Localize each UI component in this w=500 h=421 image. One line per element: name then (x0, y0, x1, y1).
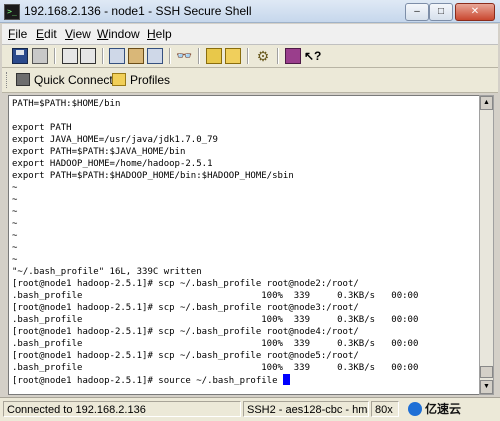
folder-icon (112, 73, 126, 86)
text-cursor (282, 374, 290, 385)
quick-connect-label: Quick Connect (34, 73, 113, 87)
open-folder-icon[interactable] (225, 48, 241, 64)
help-book-icon[interactable] (285, 48, 301, 64)
terminal-line: export JAVA_HOME=/usr/java/jdk1.7.0_79 (12, 135, 218, 145)
copy-paste-icon[interactable] (147, 48, 163, 64)
terminal-line: export HADOOP_HOME=/home/hadoop-2.5.1 (12, 159, 213, 169)
profiles-label: Profiles (130, 73, 171, 87)
paste-icon[interactable] (128, 48, 144, 64)
toolbar-grip (6, 72, 10, 88)
new-file-transfer-window-icon[interactable] (206, 48, 222, 64)
terminal-prompt-line: [root@node1 hadoop-2.5.1]# source ~/.bas… (12, 374, 418, 386)
terminal-line: .bash_profile 100% 339 0.3KB/s 00:00 (12, 363, 419, 373)
new-window-icon[interactable] (62, 48, 78, 64)
terminal-line: ~ (12, 195, 18, 205)
scroll-up-arrow-icon[interactable]: ▲ (480, 96, 493, 110)
minimize-button[interactable]: – (405, 3, 429, 21)
terminal-line: [root@node1 hadoop-2.5.1]# scp ~/.bash_p… (12, 279, 359, 289)
context-help-icon[interactable]: ↖? (304, 48, 321, 64)
toolbar-separator (198, 48, 200, 64)
profiles-button[interactable]: Profiles (112, 71, 170, 89)
terminal-line: .bash_profile 100% 339 0.3KB/s 00:00 (12, 291, 419, 301)
terminal-prompt-text: [root@node1 hadoop-2.5.1]# source ~/.bas… (12, 376, 283, 386)
terminal-line: "~/.bash_profile" 16L, 339C written (12, 267, 202, 277)
terminal-line: [root@node1 hadoop-2.5.1]# scp ~/.bash_p… (12, 351, 359, 361)
save-icon[interactable] (12, 48, 28, 64)
terminal-line: ~ (12, 255, 18, 265)
terminal-line: [root@node1 hadoop-2.5.1]# scp ~/.bash_p… (12, 327, 359, 337)
terminal-line: export PATH=$PATH:$JAVA_HOME/bin (12, 147, 186, 157)
terminal-line: .bash_profile 100% 339 0.3KB/s 00:00 (12, 339, 419, 349)
terminal-line: export PATH=$PATH:$HADOOP_HOME/bin:$HADO… (12, 171, 294, 181)
settings-gear-icon[interactable]: ⚙ (255, 48, 271, 64)
menu-view[interactable]: View (65, 27, 91, 41)
terminal-line: ~ (12, 219, 18, 229)
menu-file[interactable]: File (8, 27, 27, 41)
title-bar: >_ 192.168.2.136 - node1 - SSH Secure Sh… (0, 0, 500, 23)
watermark: 亿速云 (408, 400, 461, 417)
maximize-button[interactable]: □ (429, 3, 453, 21)
terminal-line: .bash_profile 100% 339 0.3KB/s 00:00 (12, 315, 419, 325)
terminal-area[interactable]: PATH=$PATH:$HOME/bin export PATH export JA… (8, 95, 480, 395)
terminal-line: [root@node1 hadoop-2.5.1]# scp ~/.bash_p… (12, 303, 359, 313)
menu-help[interactable]: Help (147, 27, 172, 41)
toolbar-separator (169, 48, 171, 64)
scroll-down-arrow-icon[interactable]: ▼ (480, 380, 493, 394)
quick-connect-bar: Quick Connect Profiles (2, 68, 498, 93)
toolbar-separator (277, 48, 279, 64)
quick-connect-button[interactable]: Quick Connect (16, 71, 113, 89)
scrollbar-thumb[interactable] (480, 366, 493, 378)
new-file-transfer-icon[interactable] (80, 48, 96, 64)
menu-edit[interactable]: Edit (36, 27, 57, 41)
toolbar-separator (102, 48, 104, 64)
terminal-line: ~ (12, 243, 18, 253)
terminal-line: ~ (12, 231, 18, 241)
watermark-logo-icon (408, 402, 422, 416)
terminal-line: ~ (12, 183, 18, 193)
terminal-output: PATH=$PATH:$HOME/bin export PATH export JA… (12, 98, 418, 386)
print-icon[interactable] (32, 48, 48, 64)
copy-icon[interactable] (109, 48, 125, 64)
watermark-text: 亿速云 (425, 402, 462, 416)
toolbar: 👓 ⚙ ↖? (2, 45, 498, 68)
find-binoculars-icon[interactable]: 👓 (176, 48, 192, 64)
terminal-line: ~ (12, 207, 18, 217)
cipher-status: SSH2 - aes128-cbc - hmac-md5 (243, 401, 369, 417)
connection-status: Connected to 192.168.2.136 (3, 401, 241, 417)
toolbar-separator (54, 48, 56, 64)
terminal-size-status: 80x (371, 401, 399, 417)
connect-icon (16, 73, 30, 86)
terminal-line: PATH=$PATH:$HOME/bin (12, 99, 121, 109)
window-title: 192.168.2.136 - node1 - SSH Secure Shell (24, 4, 252, 18)
ssh-terminal-app-icon: >_ (4, 4, 20, 20)
vertical-scrollbar[interactable]: ▲ ▼ (479, 95, 494, 395)
close-button[interactable]: ✕ (455, 3, 495, 21)
toolbar-separator (247, 48, 249, 64)
menu-bar: File Edit View Window Help (2, 24, 498, 45)
terminal-line: export PATH (12, 123, 72, 133)
menu-window[interactable]: Window (97, 27, 140, 41)
